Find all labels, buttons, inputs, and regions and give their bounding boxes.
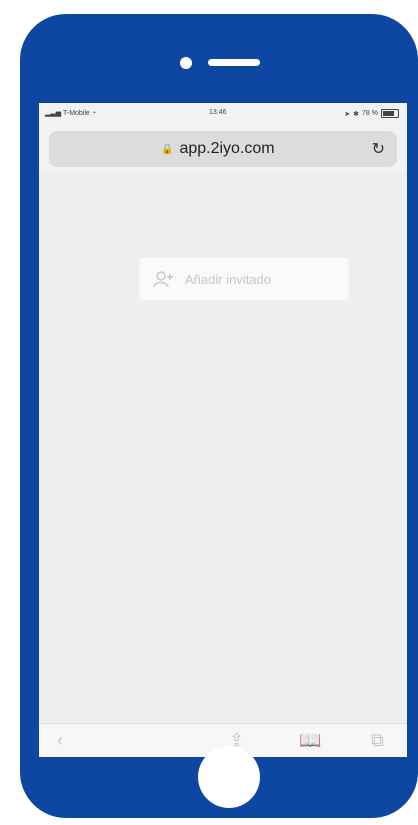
chevron-left-icon[interactable]: ‹ (57, 730, 63, 751)
bluetooth-icon: ✱ (353, 110, 360, 118)
battery-fill (383, 111, 394, 116)
tabs-icon[interactable]: ⧉ (371, 730, 384, 751)
book-icon[interactable]: 📖 (299, 730, 321, 751)
location-icon: ➤ (344, 110, 351, 118)
add-user-icon (153, 271, 173, 288)
phone-screen: ▂▃▅ T-Mobile ◔ 13:46 ➤ ✱ 78 % 🔒 app.2iyo… (39, 103, 407, 757)
status-time: 13:46 (209, 109, 227, 116)
status-bar: ▂▃▅ T-Mobile ◔ 13:46 ➤ ✱ 78 % (39, 103, 407, 125)
battery-percent: 78 % (362, 110, 378, 117)
web-content: Añadir invitado (39, 173, 407, 723)
reload-icon[interactable]: ↻ (372, 139, 385, 159)
add-guest-label: Añadir invitado (185, 271, 271, 287)
url-display[interactable]: 🔒 app.2iyo.com (161, 140, 275, 158)
carrier-status: ▂▃▅ T-Mobile ◔ (45, 109, 96, 117)
signal-icon: ▂▃▅ (45, 110, 62, 117)
url-text: app.2iyo.com (179, 140, 275, 157)
add-guest-button[interactable]: Añadir invitado (139, 258, 349, 300)
battery-status: ➤ ✱ 78 % (344, 109, 399, 118)
carrier-name: T-Mobile (62, 110, 90, 117)
wifi-icon: ◔ (91, 110, 97, 117)
speaker-slot (208, 59, 260, 66)
phone-frame: ▂▃▅ T-Mobile ◔ 13:46 ➤ ✱ 78 % 🔒 app.2iyo… (20, 14, 418, 818)
address-bar[interactable]: 🔒 app.2iyo.com ↻ (49, 131, 397, 167)
lock-icon: 🔒 (161, 143, 174, 155)
battery-icon (381, 109, 399, 118)
camera-dot (180, 57, 192, 69)
home-button[interactable] (198, 746, 260, 808)
